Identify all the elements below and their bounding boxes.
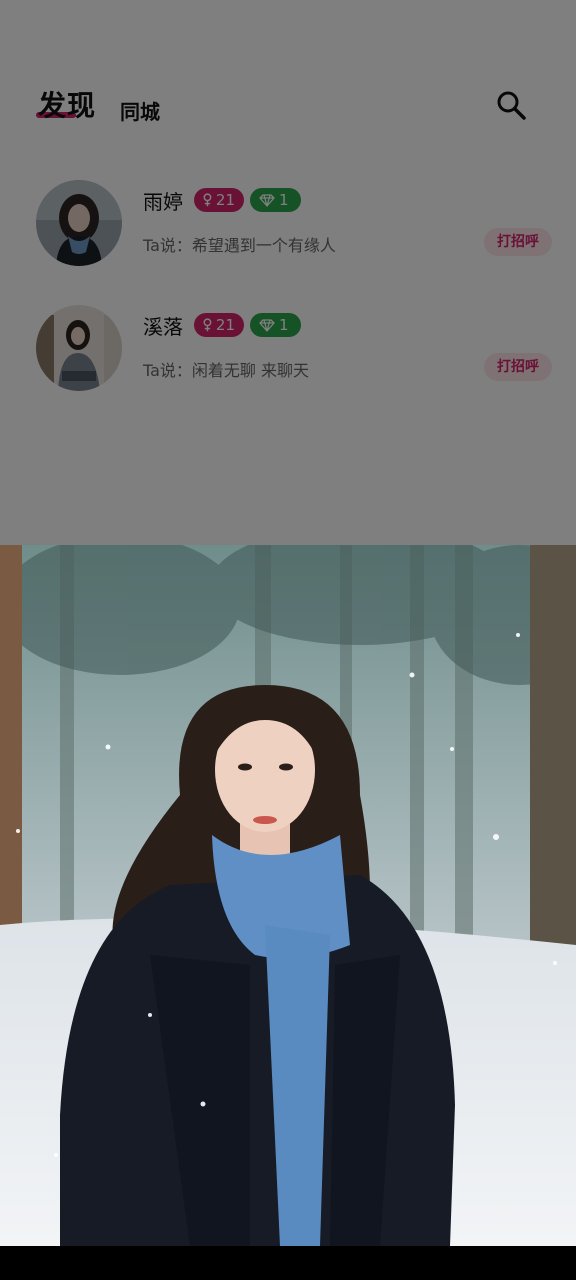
vip-level: 1 <box>279 316 289 334</box>
tab-discover[interactable]: 发现 <box>38 84 96 124</box>
user-name: 溪落 <box>143 315 183 339</box>
top-header: 发现 同城 <box>0 70 576 140</box>
popup-photo[interactable] <box>0 545 576 1246</box>
vip-badge: 1 <box>250 313 301 337</box>
female-icon <box>203 318 212 332</box>
age-badge: 21 <box>194 188 244 212</box>
woman-in-snowy-forest-photo <box>0 545 576 1246</box>
greet-button[interactable]: 打招呼 <box>484 353 552 381</box>
user-list-item[interactable]: 溪落 21 1 Ta说：闲着无聊 来聊天 打招呼 <box>0 305 576 405</box>
discover-screen: 发现 同城 雨婷 21 1 Ta说：希望遇到一个有缘人 打招呼 溪落 21 1 … <box>0 0 576 1246</box>
greet-button[interactable]: 打招呼 <box>484 228 552 256</box>
avatar[interactable] <box>36 305 122 391</box>
search-button[interactable] <box>494 88 528 122</box>
avatar[interactable] <box>36 180 122 266</box>
diamond-icon <box>259 318 275 332</box>
age-value: 21 <box>215 191 235 209</box>
navigation-bar <box>0 1246 576 1280</box>
tab-same-city[interactable]: 同城 <box>120 96 160 125</box>
age-value: 21 <box>215 316 235 334</box>
user-list-item[interactable]: 雨婷 21 1 Ta说：希望遇到一个有缘人 打招呼 <box>0 180 576 280</box>
user-bio: Ta说：闲着无聊 来聊天 <box>143 361 310 380</box>
search-icon <box>497 91 526 120</box>
female-icon <box>203 193 212 207</box>
avatar-photo <box>36 180 122 266</box>
user-bio: Ta说：希望遇到一个有缘人 <box>143 236 336 255</box>
vip-level: 1 <box>279 191 289 209</box>
diamond-icon <box>259 193 275 207</box>
avatar-photo <box>36 305 122 391</box>
age-badge: 21 <box>194 313 244 337</box>
vip-badge: 1 <box>250 188 301 212</box>
user-name: 雨婷 <box>143 190 183 214</box>
